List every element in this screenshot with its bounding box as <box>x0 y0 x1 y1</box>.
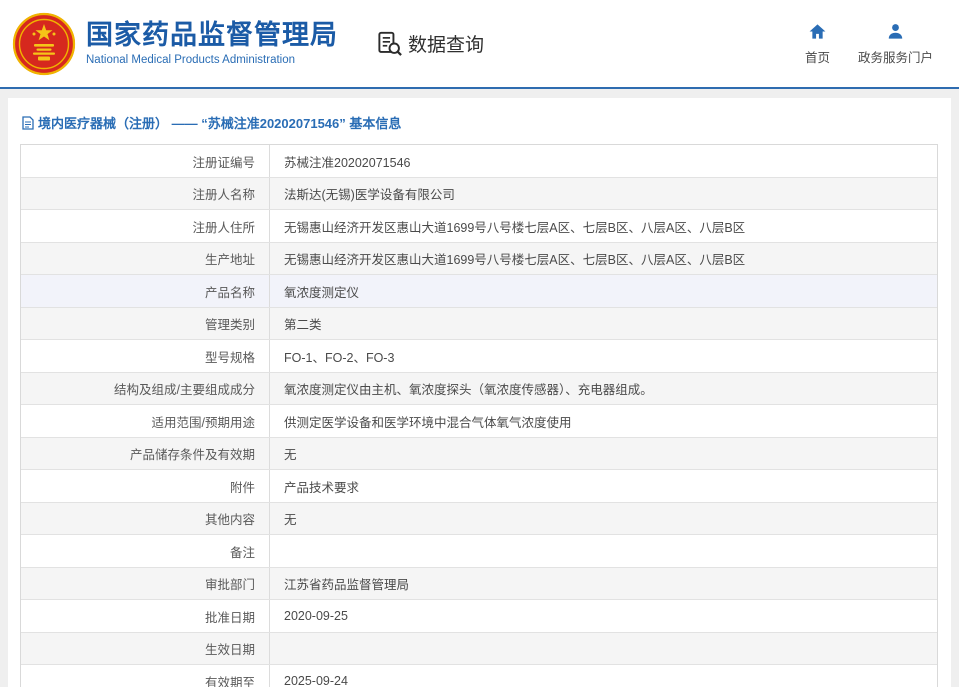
row-value: 供测定医学设备和医学环境中混合气体氧气浓度使用 <box>270 405 937 437</box>
row-value: 法斯达(无锡)医学设备有限公司 <box>270 178 937 210</box>
row-label: 注册人名称 <box>21 178 270 210</box>
info-table: 注册证编号 苏械注准20202071546 注册人名称 法斯达(无锡)医学设备有… <box>20 144 938 687</box>
row-label: 注册证编号 <box>21 145 270 177</box>
table-row: 生效日期 <box>21 633 937 666</box>
breadcrumb: 境内医疗器械（注册） —— “苏械注准20202071546” 基本信息 <box>20 111 939 144</box>
row-label: 附件 <box>21 470 270 502</box>
table-row: 有效期至 2025-09-24 <box>21 665 937 687</box>
breadcrumb-text: 境内医疗器械（注册） —— “苏械注准20202071546” 基本信息 <box>38 113 401 132</box>
content-card: 境内医疗器械（注册） —— “苏械注准20202071546” 基本信息 注册证… <box>8 98 951 687</box>
header-nav: 首页 政务服务门户 <box>805 22 933 66</box>
row-label: 生效日期 <box>21 633 270 665</box>
row-label: 批准日期 <box>21 600 270 632</box>
nav-home-label: 首页 <box>805 47 830 66</box>
org-subtitle: National Medical Products Administration <box>86 54 338 66</box>
table-row: 批准日期 2020-09-25 <box>21 600 937 633</box>
table-row: 注册人住所 无锡惠山经济开发区惠山大道1699号八号楼七层A区、七层B区、八层A… <box>21 210 937 243</box>
table-row: 注册证编号 苏械注准20202071546 <box>21 145 937 178</box>
row-value: 无 <box>270 503 937 535</box>
data-query-nav[interactable]: 数据查询 <box>376 30 484 57</box>
table-row: 管理类别 第二类 <box>21 308 937 341</box>
row-label: 产品储存条件及有效期 <box>21 438 270 470</box>
logo-block[interactable]: 国家药品监督管理局 National Medical Products Admi… <box>12 12 338 76</box>
site-header: 国家药品监督管理局 National Medical Products Admi… <box>0 0 959 89</box>
row-value: 2020-09-25 <box>270 600 937 632</box>
table-row: 结构及组成/主要组成成分 氧浓度测定仪由主机、氧浓度探头（氧浓度传感器）、充电器… <box>21 373 937 406</box>
table-row: 产品名称 氧浓度测定仪 <box>21 275 937 308</box>
row-label: 其他内容 <box>21 503 270 535</box>
row-label: 管理类别 <box>21 308 270 340</box>
table-row: 审批部门 江苏省药品监督管理局 <box>21 568 937 601</box>
row-value: 无锡惠山经济开发区惠山大道1699号八号楼七层A区、七层B区、八层A区、八层B区 <box>270 243 937 275</box>
row-value: 第二类 <box>270 308 937 340</box>
table-row: 备注 <box>21 535 937 568</box>
row-label: 产品名称 <box>21 275 270 307</box>
table-row: 适用范围/预期用途 供测定医学设备和医学环境中混合气体氧气浓度使用 <box>21 405 937 438</box>
national-emblem-logo <box>12 12 76 76</box>
row-label: 适用范围/预期用途 <box>21 405 270 437</box>
row-label: 型号规格 <box>21 340 270 372</box>
table-row: 注册人名称 法斯达(无锡)医学设备有限公司 <box>21 178 937 211</box>
row-label: 生产地址 <box>21 243 270 275</box>
row-value <box>270 535 937 567</box>
row-value: FO-1、FO-2、FO-3 <box>270 340 937 372</box>
home-icon <box>808 22 827 41</box>
document-icon <box>22 116 34 130</box>
row-label: 注册人住所 <box>21 210 270 242</box>
row-value: 江苏省药品监督管理局 <box>270 568 937 600</box>
nav-gov-portal[interactable]: 政务服务门户 <box>858 22 933 66</box>
data-query-icon <box>376 30 403 57</box>
table-row: 附件 产品技术要求 <box>21 470 937 503</box>
org-text: 国家药品监督管理局 National Medical Products Admi… <box>86 21 338 66</box>
nav-home[interactable]: 首页 <box>805 22 830 66</box>
table-row: 型号规格 FO-1、FO-2、FO-3 <box>21 340 937 373</box>
row-label: 结构及组成/主要组成成分 <box>21 373 270 405</box>
row-value: 产品技术要求 <box>270 470 937 502</box>
table-row: 其他内容 无 <box>21 503 937 536</box>
row-value: 无 <box>270 438 937 470</box>
user-icon <box>886 22 905 41</box>
row-value: 苏械注准20202071546 <box>270 145 937 177</box>
table-row: 生产地址 无锡惠山经济开发区惠山大道1699号八号楼七层A区、七层B区、八层A区… <box>21 243 937 276</box>
row-value <box>270 633 937 665</box>
row-value: 2025-09-24 <box>270 665 937 687</box>
table-row: 产品储存条件及有效期 无 <box>21 438 937 471</box>
row-value: 无锡惠山经济开发区惠山大道1699号八号楼七层A区、七层B区、八层A区、八层B区 <box>270 210 937 242</box>
row-value: 氧浓度测定仪由主机、氧浓度探头（氧浓度传感器）、充电器组成。 <box>270 373 937 405</box>
nav-gov-portal-label: 政务服务门户 <box>858 47 933 66</box>
org-title: 国家药品监督管理局 <box>86 21 338 51</box>
row-label: 审批部门 <box>21 568 270 600</box>
row-label: 有效期至 <box>21 665 270 687</box>
row-label: 备注 <box>21 535 270 567</box>
row-value: 氧浓度测定仪 <box>270 275 937 307</box>
data-query-label: 数据查询 <box>408 30 484 57</box>
